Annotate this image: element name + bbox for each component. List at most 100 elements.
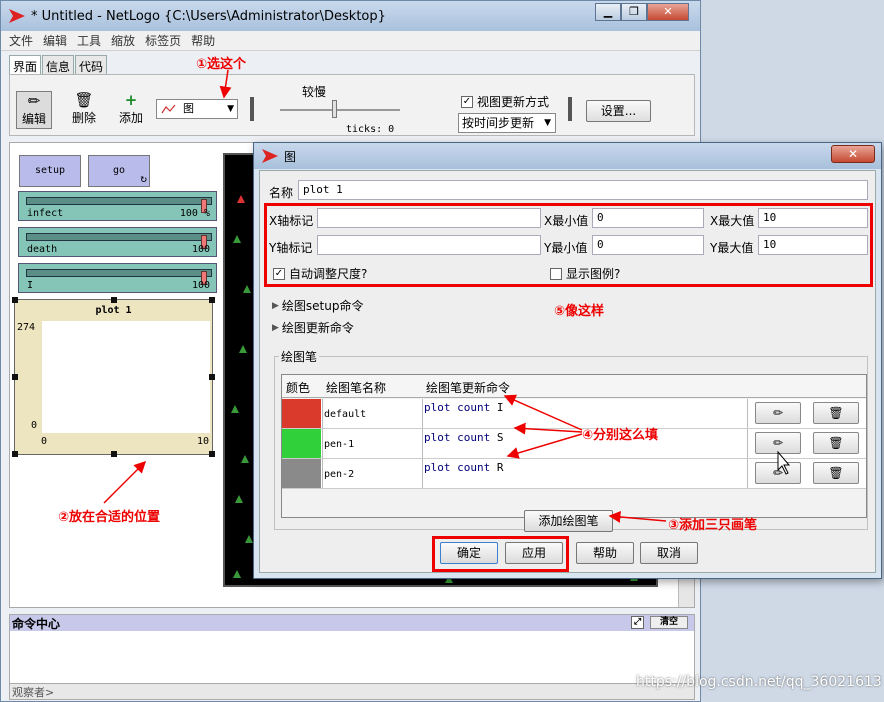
col-pen-update: 绘图笔更新命令	[426, 381, 511, 395]
update-commands-expander[interactable]: ▶ 绘图更新命令	[272, 319, 354, 336]
apply-button[interactable]: 应用	[505, 542, 563, 564]
turtle-icon	[241, 455, 249, 463]
maximize-icon[interactable]: ❐	[621, 3, 647, 21]
plot-x-min: 0	[41, 436, 48, 447]
pen-name[interactable]: default	[324, 409, 366, 420]
dialog-body: 名称 plot 1 X轴标记 X最小值 0 X最大值 10 Y轴标记 Y最小值 …	[259, 170, 876, 573]
expand-icon[interactable]: ⤢	[631, 616, 644, 629]
column-divider	[322, 459, 323, 488]
menu-help[interactable]: 帮助	[191, 32, 215, 49]
settings-button[interactable]: 设置...	[586, 100, 651, 122]
resize-handle[interactable]	[209, 297, 215, 303]
menu-tools[interactable]: 工具	[77, 32, 101, 49]
turtle-icon	[243, 285, 251, 293]
window-title: * Untitled - NetLogo {C:\Users\Administr…	[31, 8, 386, 24]
delete-pen-button[interactable]: 🗑	[813, 432, 859, 454]
command-center-bar: 命令中心 ⤢ 清空	[10, 615, 694, 631]
edit-pen-button[interactable]: ✏	[755, 462, 801, 484]
add-button[interactable]: + 添加	[113, 91, 149, 131]
pen-update-command[interactable]: plot count S	[424, 431, 503, 444]
menu-file[interactable]: 文件	[9, 32, 33, 49]
observer-input[interactable]: 观察者>	[10, 683, 694, 699]
window-controls: ▁ ❐ ✕	[595, 3, 689, 21]
pen-color-swatch[interactable]	[282, 429, 321, 458]
pen-row-pen-1[interactable]: pen-1 plot count S ✏ 🗑	[282, 429, 866, 459]
resize-handle[interactable]	[111, 451, 117, 457]
clear-button[interactable]: 清空	[650, 616, 688, 629]
slider-infect[interactable]: infect 100 %	[18, 191, 217, 221]
delete-button[interactable]: 🗑 删除	[66, 91, 102, 131]
plot-x-max: 10	[197, 436, 210, 447]
resize-handle[interactable]	[111, 297, 117, 303]
pencil-icon: ✏	[772, 436, 784, 450]
go-button[interactable]: go ↻	[88, 155, 150, 187]
add-label: 添加	[118, 111, 143, 125]
resize-handle[interactable]	[12, 374, 18, 380]
cancel-button[interactable]: 取消	[640, 542, 698, 564]
slider-i[interactable]: I 100	[18, 263, 217, 293]
pen-row-default[interactable]: default plot count I ✏ 🗑	[282, 399, 866, 429]
edit-pen-button[interactable]: ✏	[755, 402, 801, 424]
pen-update-command[interactable]: plot count R	[424, 461, 503, 474]
slider-value: 100	[191, 280, 210, 291]
pen-name[interactable]: pen-1	[324, 439, 354, 450]
delete-pen-button[interactable]: 🗑	[813, 462, 859, 484]
resize-handle[interactable]	[12, 451, 18, 457]
edit-button[interactable]: ✏ 编辑	[16, 91, 52, 129]
pens-group-label: 绘图笔	[279, 348, 320, 365]
netlogo-logo-icon	[262, 149, 278, 163]
delete-pen-button[interactable]: 🗑	[813, 402, 859, 424]
plot-name-field[interactable]: plot 1	[298, 180, 868, 200]
pen-color-swatch[interactable]	[282, 399, 321, 428]
resize-handle[interactable]	[209, 374, 215, 380]
pen-row-pen-2[interactable]: pen-2 plot count R ✏ 🗑	[282, 459, 866, 489]
interface-toolbar: ✏ 编辑 🗑 删除 + 添加 图 ▼ 较慢 ticks: 0 ✓ 视图更新方式 …	[9, 74, 695, 136]
add-pen-button[interactable]: 添加绘图笔	[524, 510, 613, 532]
name-label: 名称	[269, 186, 294, 200]
close-icon[interactable]: ✕	[831, 145, 875, 163]
pen-update-command[interactable]: plot count I	[424, 401, 503, 414]
update-commands-label: 绘图更新命令	[281, 321, 354, 335]
speed-slider-track[interactable]	[280, 109, 400, 111]
minimize-icon[interactable]: ▁	[595, 3, 621, 21]
slider-value: 100 %	[179, 208, 210, 219]
resize-handle[interactable]	[209, 451, 215, 457]
pen-name[interactable]: pen-2	[324, 469, 354, 480]
plot-widget[interactable]: plot 1 274 0 0 10	[12, 297, 215, 457]
checkbox-checked-icon: ✓	[461, 95, 473, 108]
pens-group: 绘图笔 颜色 绘图笔名称 绘图笔更新命令 default plot count …	[274, 348, 868, 530]
chevron-right-icon: ▶	[272, 322, 279, 333]
annotation-highlight-box	[264, 203, 873, 287]
setup-button[interactable]: setup	[19, 155, 81, 187]
setup-commands-expander[interactable]: ▶ 绘图setup命令	[272, 297, 364, 314]
ok-button[interactable]: 确定	[440, 542, 498, 564]
speed-slider-thumb[interactable]	[332, 100, 337, 118]
netlogo-logo-icon	[9, 9, 25, 23]
menu-edit[interactable]: 编辑	[43, 32, 67, 49]
menu-zoom[interactable]: 缩放	[111, 32, 135, 49]
pens-table: 颜色 绘图笔名称 绘图笔更新命令 default plot count I ✏ …	[281, 374, 867, 518]
slider-death[interactable]: death 100	[18, 227, 217, 257]
slider-name: infect	[27, 208, 64, 219]
edit-pen-button[interactable]: ✏	[755, 432, 801, 454]
pen-cmd-var: S	[496, 431, 504, 444]
column-divider	[747, 399, 748, 428]
trash-icon: 🗑	[828, 436, 844, 450]
column-divider	[422, 399, 423, 428]
resize-handle[interactable]	[12, 297, 18, 303]
pen-color-swatch[interactable]	[282, 459, 321, 488]
forever-loop-icon: ↻	[140, 172, 147, 185]
chevron-down-icon: ▼	[544, 118, 551, 128]
view-update-checkbox[interactable]: ✓ 视图更新方式	[461, 93, 549, 110]
setup-commands-label: 绘图setup命令	[281, 299, 364, 313]
widget-type-select[interactable]: 图 ▼	[156, 99, 238, 119]
turtle-icon	[237, 195, 245, 203]
column-divider	[747, 459, 748, 488]
update-mode-value: 按时间步更新	[462, 116, 535, 130]
close-icon[interactable]: ✕	[647, 3, 689, 21]
menu-tabs[interactable]: 标签页	[145, 32, 181, 49]
help-button[interactable]: 帮助	[576, 542, 634, 564]
edit-label: 编辑	[21, 112, 46, 126]
col-pen-name: 绘图笔名称	[326, 381, 387, 395]
update-mode-select[interactable]: 按时间步更新 ▼	[458, 113, 556, 133]
